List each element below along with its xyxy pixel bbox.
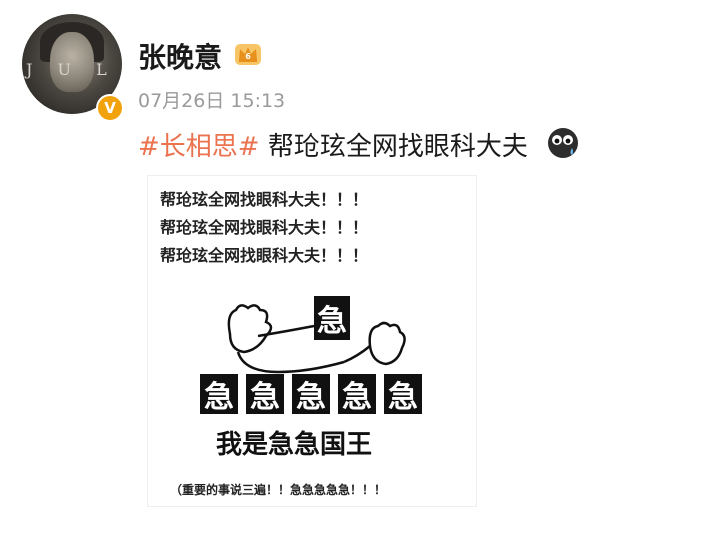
sweat-emoji-icon [548,128,578,158]
post-image[interactable]: 帮玱玹全网找眼科大夫！！！ 帮玱玹全网找眼科大夫！！！ 帮玱玹全网找眼科大夫！！… [147,175,477,507]
image-row-char: 急 [200,374,238,415]
image-row-char: 急 [338,374,376,415]
image-row-char: 急 [246,374,284,415]
image-king-text: 我是急急国王 [216,430,373,460]
image-row-char: 急 [292,374,330,415]
avatar-overlay-text: J U L E [26,60,122,79]
verified-icon: V [96,94,124,122]
post-text: #长相思# 帮玱玹全网找眼科大夫 [138,126,528,163]
username[interactable]: 张晚意 [138,36,222,76]
image-top-char: 急 [314,296,350,340]
image-footer-note: （重要的事说三遍！！急急急急急！！！ [170,483,387,497]
post-body: 帮玱玹全网找眼科大夫 [259,132,528,162]
hashtag-link[interactable]: #长相思# [138,132,260,162]
svg-text:6: 6 [245,52,251,61]
post-timestamp: 07月26日 15:13 [138,90,286,112]
crown-icon: 6 [235,44,261,65]
image-row-char: 急 [384,374,422,415]
